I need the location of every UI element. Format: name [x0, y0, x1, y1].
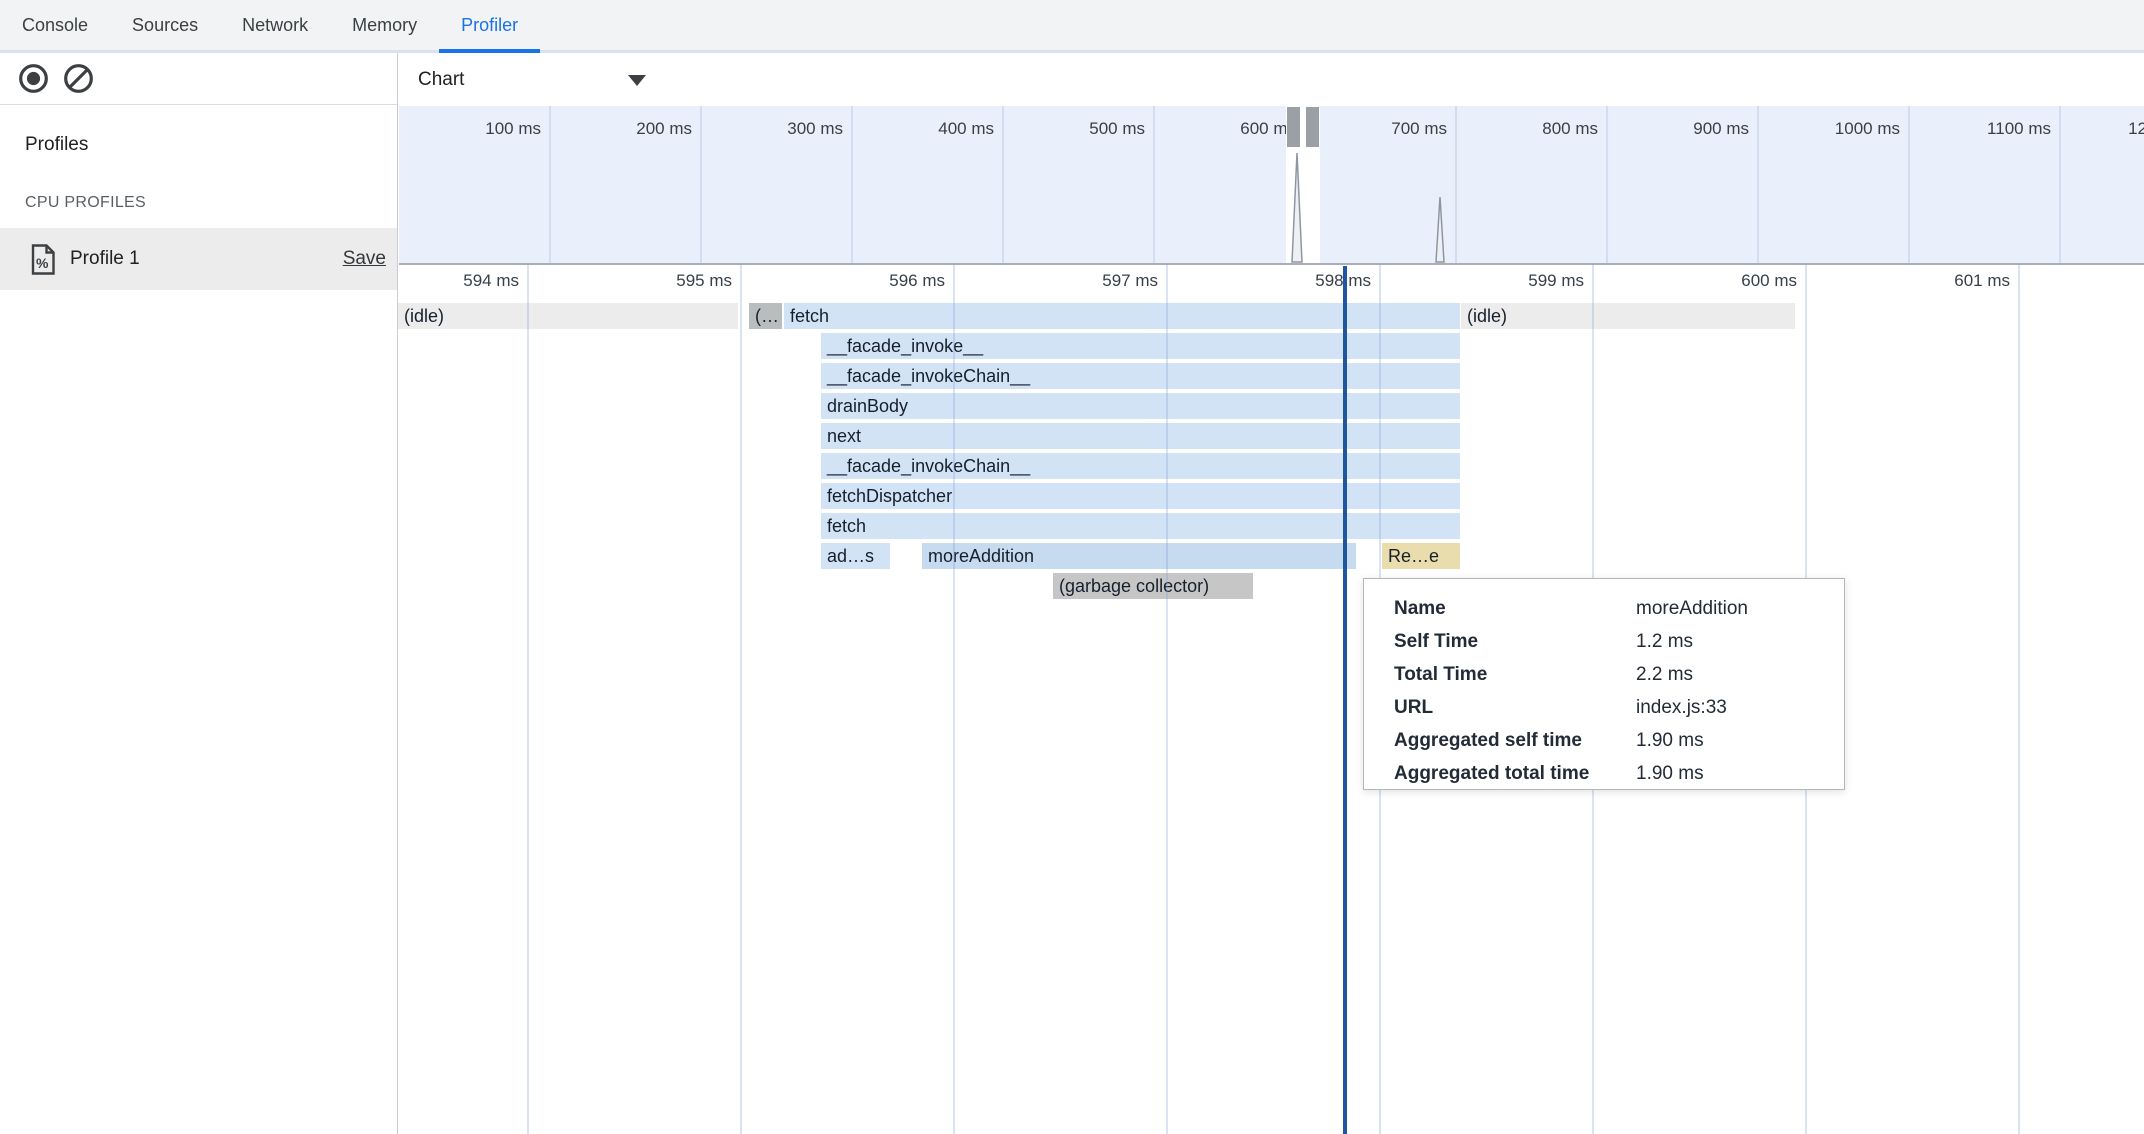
flame-frame[interactable]: __facade_invoke__: [821, 333, 1460, 359]
frame-details-tooltip: NamemoreAdditionSelf Time1.2 msTotal Tim…: [1363, 578, 1845, 790]
cpu-profile-document-icon: %: [30, 244, 56, 275]
clear-profiles-icon[interactable]: [63, 63, 94, 94]
tooltip-row-label: Self Time: [1364, 631, 1636, 653]
selection-marker-line: [1343, 266, 1347, 1134]
flame-frame[interactable]: (garbage collector): [1053, 573, 1253, 599]
flame-frame[interactable]: (idle): [1461, 303, 1795, 329]
profiler-view-toolbar: Chart: [399, 53, 2144, 106]
save-profile-link[interactable]: Save: [343, 248, 386, 270]
flame-frame[interactable]: Re…e: [1382, 543, 1460, 569]
tooltip-row-label: Name: [1364, 598, 1636, 620]
flame-frame[interactable]: moreAddition: [922, 543, 1356, 569]
tab-network[interactable]: Network: [220, 0, 330, 50]
tooltip-row-label: Aggregated total time: [1364, 763, 1636, 785]
tooltip-row-label: Aggregated self time: [1364, 730, 1636, 752]
sidebar-toolbar: [0, 53, 397, 105]
tooltip-row-value: index.js:33: [1636, 697, 1727, 719]
flame-frame[interactable]: __facade_invokeChain__: [821, 453, 1460, 479]
flame-frame[interactable]: __facade_invokeChain__: [821, 363, 1460, 389]
profiles-heading: Profiles: [25, 134, 88, 156]
tooltip-row: Total Time2.2 ms: [1364, 658, 1844, 691]
tooltip-row-label: Total Time: [1364, 664, 1636, 686]
tooltip-row: NamemoreAddition: [1364, 592, 1844, 625]
profile-name: Profile 1: [70, 248, 140, 270]
tooltip-row: Aggregated total time1.90 ms: [1364, 757, 1844, 790]
tooltip-row-value: 1.90 ms: [1636, 763, 1704, 785]
flame-frame[interactable]: next: [821, 423, 1460, 449]
chevron-down-icon: [628, 75, 646, 86]
flame-frame[interactable]: (…: [749, 303, 782, 329]
tooltip-row: URLindex.js:33: [1364, 691, 1844, 724]
view-mode-value: Chart: [418, 69, 464, 91]
tooltip-row-value: 1.2 ms: [1636, 631, 1693, 653]
record-profile-icon[interactable]: [18, 63, 49, 94]
tooltip-row-value: 1.90 ms: [1636, 730, 1704, 752]
tooltip-row-value: moreAddition: [1636, 598, 1748, 620]
sidebar-item-profile-1[interactable]: % Profile 1 Save: [0, 228, 397, 290]
flame-frame[interactable]: fetch: [784, 303, 1460, 329]
svg-text:%: %: [36, 255, 49, 271]
tab-console[interactable]: Console: [0, 0, 110, 50]
tooltip-row-value: 2.2 ms: [1636, 664, 1693, 686]
cpu-profiles-section-heading: CPU PROFILES: [25, 194, 146, 212]
tab-memory[interactable]: Memory: [330, 0, 439, 50]
profiles-sidebar: Profiles CPU PROFILES % Profile 1 Save: [0, 53, 398, 1134]
flame-frame[interactable]: drainBody: [821, 393, 1460, 419]
flame-frame[interactable]: (idle): [398, 303, 738, 329]
tab-sources[interactable]: Sources: [110, 0, 220, 50]
tab-profiler[interactable]: Profiler: [439, 0, 540, 50]
tooltip-row-label: URL: [1364, 697, 1636, 719]
view-mode-select[interactable]: Chart: [418, 63, 650, 97]
flame-frame[interactable]: fetch: [821, 513, 1460, 539]
tooltip-row: Aggregated self time1.90 ms: [1364, 724, 1844, 757]
flame-frame[interactable]: ad…s: [821, 543, 890, 569]
devtools-tab-bar: ConsoleSourcesNetworkMemoryProfiler: [0, 0, 2144, 53]
flame-frame[interactable]: fetchDispatcher: [821, 483, 1460, 509]
tooltip-row: Self Time1.2 ms: [1364, 625, 1844, 658]
